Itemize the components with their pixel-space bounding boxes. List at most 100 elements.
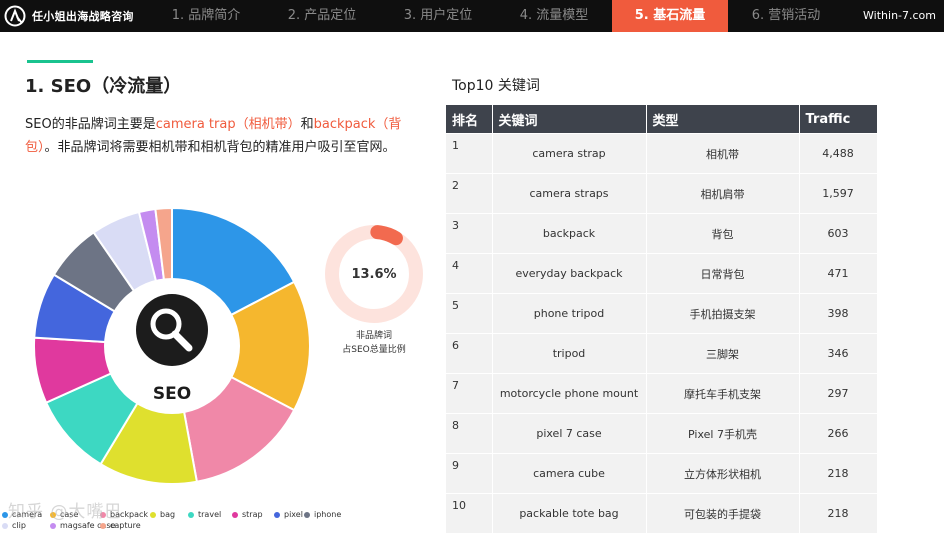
- cell-keyword: camera strap: [492, 133, 647, 174]
- legend-item[interactable]: bag: [150, 510, 175, 519]
- legend-swatch: [2, 522, 8, 529]
- cell-type: 相机带: [646, 133, 800, 174]
- cell-traffic: 398: [799, 293, 878, 334]
- legend-item[interactable]: pixel: [274, 510, 303, 519]
- tab-brand-intro[interactable]: 1. 品牌简介: [148, 0, 264, 32]
- top10-keywords-table: 排名 关键词 类型 Traffic 1 camera strap 相机带 4,488 …: [446, 105, 878, 533]
- cell-traffic: 1,597: [799, 173, 878, 214]
- cell-type: 相机肩带: [646, 173, 800, 214]
- table-row: 1 camera strap 相机带 4,488: [446, 133, 878, 174]
- seo-keyword-donut-chart: SEO: [33, 206, 311, 485]
- cell-rank: 5: [446, 293, 493, 334]
- cell-keyword: packable tote bag: [492, 493, 647, 533]
- cell-type: 手机拍摄支架: [646, 293, 800, 334]
- brand-logo-icon: [4, 5, 26, 27]
- legend-label: bag: [160, 510, 176, 519]
- cell-traffic: 471: [799, 253, 878, 294]
- table-row: 7 motorcycle phone mount 摩托车手机支架 297: [446, 373, 878, 414]
- header-type: 类型: [646, 105, 800, 134]
- legend-swatch: [274, 511, 280, 518]
- cell-rank: 6: [446, 333, 493, 374]
- legend-label: pixel: [284, 510, 303, 519]
- table-header-row: 排名 关键词 类型 Traffic: [446, 105, 878, 134]
- top-nav-bar: 任小姐出海战略咨询 1. 品牌简介 2. 产品定位 3. 用户定位 4. 流量模…: [0, 0, 944, 32]
- desc-prefix: SEO的非品牌词主要是: [25, 117, 156, 132]
- cell-keyword: motorcycle phone mount: [492, 373, 647, 414]
- table-row: 6 tripod 三脚架 346: [446, 333, 878, 374]
- cell-traffic: 603: [799, 213, 878, 254]
- tab-traffic-model[interactable]: 4. 流量模型: [496, 0, 612, 32]
- cell-type: 背包: [646, 213, 800, 254]
- cell-rank: 7: [446, 373, 493, 414]
- table-row: 9 camera cube 立方体形状相机 218: [446, 453, 878, 494]
- table-row: 8 pixel 7 case Pixel 7手机壳 266: [446, 413, 878, 454]
- cell-keyword: camera straps: [492, 173, 647, 214]
- brand[interactable]: 任小姐出海战略咨询: [4, 0, 134, 32]
- cell-traffic: 218: [799, 453, 878, 494]
- cell-keyword: tripod: [492, 333, 647, 374]
- keyword-camera-trap: camera trap（相机带）: [155, 117, 301, 132]
- ring-caption-line2: 占SEO总量比例: [342, 345, 406, 355]
- search-icon: [136, 294, 208, 366]
- legend-swatch: [188, 511, 194, 518]
- legend-label: travel: [198, 510, 222, 519]
- legend-swatch: [100, 522, 106, 529]
- cell-rank: 1: [446, 133, 493, 174]
- tab-user-positioning[interactable]: 3. 用户定位: [380, 0, 496, 32]
- cell-type: Pixel 7手机壳: [646, 413, 800, 454]
- cell-traffic: 266: [799, 413, 878, 454]
- cell-rank: 10: [446, 493, 493, 533]
- cell-rank: 9: [446, 453, 493, 494]
- cell-type: 立方体形状相机: [646, 453, 800, 494]
- legend-item[interactable]: travel: [188, 510, 221, 519]
- ring-value: 13.6%: [351, 267, 396, 282]
- donut-center-label: SEO: [153, 384, 191, 404]
- cell-keyword: everyday backpack: [492, 253, 647, 294]
- section-description: SEO的非品牌词主要是camera trap（相机带）和backpack（背包）…: [25, 113, 405, 159]
- legend-item[interactable]: clip: [2, 521, 26, 530]
- ring-caption: 非品牌词 占SEO总量比例: [322, 329, 426, 357]
- legend-item[interactable]: iphone: [304, 510, 341, 519]
- cell-keyword: camera cube: [492, 453, 647, 494]
- section-title: 1. SEO（冷流量）: [25, 76, 182, 97]
- legend-item[interactable]: capture: [100, 521, 141, 530]
- legend-label: clip: [12, 521, 26, 530]
- cell-traffic: 4,488: [799, 133, 878, 174]
- site-link[interactable]: Within-7.com: [863, 0, 936, 32]
- desc-suffix: 。非品牌词将需要相机带和相机背包的精准用户吸引至官网。: [44, 140, 396, 155]
- watermark: 知乎 @大嘴巴: [8, 502, 123, 522]
- legend-label: strap: [242, 510, 263, 519]
- table-row: 2 camera straps 相机肩带 1,597: [446, 173, 878, 214]
- legend-swatch: [304, 511, 310, 518]
- cell-traffic: 346: [799, 333, 878, 374]
- table-row: 4 everyday backpack 日常背包 471: [446, 253, 878, 294]
- tab-product-positioning[interactable]: 2. 产品定位: [264, 0, 380, 32]
- cell-rank: 4: [446, 253, 493, 294]
- cell-traffic: 218: [799, 493, 878, 533]
- legend-item[interactable]: strap: [232, 510, 263, 519]
- legend-label: capture: [110, 521, 141, 530]
- header-traffic: Traffic: [799, 105, 878, 134]
- cell-traffic: 297: [799, 373, 878, 414]
- cell-rank: 8: [446, 413, 493, 454]
- table-row: 3 backpack 背包 603: [446, 213, 878, 254]
- desc-mid: 和: [300, 117, 314, 132]
- tab-foundation-traffic[interactable]: 5. 基石流量: [612, 0, 728, 32]
- cell-rank: 2: [446, 173, 493, 214]
- ring-progress-arc: [370, 225, 403, 246]
- ring-caption-line1: 非品牌词: [355, 331, 392, 341]
- tab-marketing-campaigns[interactable]: 6. 营销活动: [728, 0, 844, 32]
- cell-type: 可包装的手提袋: [646, 493, 800, 533]
- cell-type: 摩托车手机支架: [646, 373, 800, 414]
- cell-type: 三脚架: [646, 333, 800, 374]
- cell-type: 日常背包: [646, 253, 800, 294]
- header-rank: 排名: [446, 105, 493, 134]
- brand-name: 任小姐出海战略咨询: [32, 10, 134, 23]
- cell-rank: 3: [446, 213, 493, 254]
- legend-swatch: [232, 511, 238, 518]
- legend-label: iphone: [314, 510, 342, 519]
- table-row: 5 phone tripod 手机拍摄支架 398: [446, 293, 878, 334]
- cell-keyword: backpack: [492, 213, 647, 254]
- legend-swatch: [50, 522, 56, 529]
- non-brand-share-ring: 13.6%: [325, 225, 423, 323]
